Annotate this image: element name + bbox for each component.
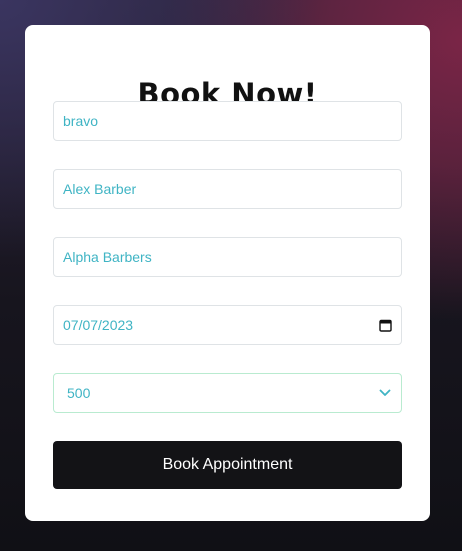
calendar-icon[interactable] <box>378 318 392 332</box>
price-value: 500 <box>67 385 91 401</box>
price-select[interactable]: 500 <box>53 373 402 413</box>
client-name-value: bravo <box>63 113 99 129</box>
shop-name-input[interactable]: Alpha Barbers <box>53 237 402 277</box>
date-input[interactable]: 07/07/2023 <box>53 305 402 345</box>
client-name-input[interactable]: bravo <box>53 101 402 141</box>
book-appointment-button[interactable]: Book Appointment <box>53 441 402 489</box>
barber-name-input[interactable]: Alex Barber <box>53 169 402 209</box>
shop-name-value: Alpha Barbers <box>63 249 152 265</box>
booking-card: Book Now! bravo Alex Barber Alpha Barber… <box>25 25 430 521</box>
barber-name-value: Alex Barber <box>63 181 137 197</box>
chevron-down-icon[interactable] <box>378 386 392 400</box>
date-value: 07/07/2023 <box>63 317 134 333</box>
